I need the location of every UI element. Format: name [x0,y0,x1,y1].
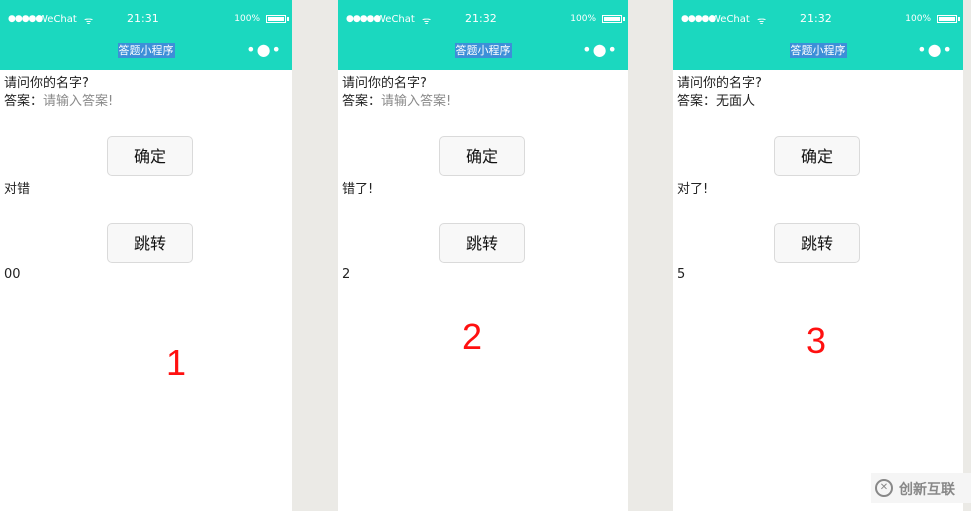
battery-icon [602,15,622,23]
battery-icon [937,15,957,23]
status-bar: ●●●●● WeChat ᯤ 21:31 100% [0,0,292,34]
battery-tip [287,17,289,21]
answer-input-placeholder[interactable]: 请输入答案! [381,94,451,109]
answer-row[interactable]: 答案：无面人 [677,90,755,109]
jump-button[interactable]: 跳转 [774,223,860,263]
battery-tip [623,17,625,21]
clock: 21:31 [127,12,159,25]
result-text: 错了! [342,182,374,197]
page-title-text: 答题小程序 [454,43,512,58]
wifi-icon: ᯤ [422,16,432,27]
battery-percent: 100% [905,14,931,24]
answer-input-value[interactable]: 无面人 [716,94,755,109]
status-bar: ●●●●● WeChat ᯤ 21:32 100% [338,0,628,34]
answer-row[interactable]: 答案：请输入答案! [4,90,113,109]
carrier-label: WeChat [38,14,77,25]
confirm-button[interactable]: 确定 [439,136,525,176]
counter-text: 00 [4,267,21,282]
result-text: 对错 [4,182,31,197]
answer-input-placeholder[interactable]: 请输入答案! [43,94,113,109]
phone-screen-2: ●●●●● WeChat ᯤ 21:32 100% 答题小程序 •●• 请问你的… [338,0,628,511]
page-title-text: 答题小程序 [117,43,175,58]
more-menu-icon[interactable]: •●• [917,40,953,59]
question-text: 请问你的名字? [4,76,89,91]
brand-logo-icon: ✕ [875,479,893,497]
battery-percent: 100% [570,14,596,24]
question-text: 请问你的名字? [677,76,762,91]
result-text: 对了! [677,182,709,197]
phone-screen-1: ●●●●● WeChat ᯤ 21:31 100% 答题小程序 •●• 请问你的… [0,0,292,511]
page-title-text: 答题小程序 [789,43,847,58]
answer-label: 答案： [4,94,44,109]
step-number-annotation: 2 [462,316,483,357]
battery-icon [266,15,286,23]
counter-text: 5 [677,267,686,282]
clock: 21:32 [465,12,497,25]
status-bar: ●●●●● WeChat ᯤ 21:32 100% [673,0,963,34]
jump-button[interactable]: 跳转 [107,223,193,263]
watermark-logo: ✕ 创新互联 [871,473,971,503]
carrier-label: WeChat [376,14,415,25]
more-menu-icon[interactable]: •●• [246,40,282,59]
answer-label: 答案： [677,94,717,109]
watermark-text: 创新互联 [899,482,955,498]
nav-bar: 答题小程序 •●• [673,34,963,70]
jump-button[interactable]: 跳转 [439,223,525,263]
confirm-button[interactable]: 确定 [107,136,193,176]
carrier-label: WeChat [711,14,750,25]
nav-bar: 答题小程序 •●• [338,34,628,70]
answer-row[interactable]: 答案：请输入答案! [342,90,451,109]
wifi-icon: ᯤ [757,16,767,27]
battery-percent: 100% [234,14,260,24]
question-text: 请问你的名字? [342,76,427,91]
answer-label: 答案： [342,94,382,109]
more-menu-icon[interactable]: •●• [582,40,618,59]
confirm-button[interactable]: 确定 [774,136,860,176]
clock: 21:32 [800,12,832,25]
step-number-annotation: 1 [166,342,187,383]
phone-screen-3: ●●●●● WeChat ᯤ 21:32 100% 答题小程序 •●• 请问你的… [673,0,963,511]
battery-tip [958,17,960,21]
wifi-icon: ᯤ [84,16,94,27]
nav-bar: 答题小程序 •●• [0,34,292,70]
counter-text: 2 [342,267,351,282]
step-number-annotation: 3 [806,320,827,361]
